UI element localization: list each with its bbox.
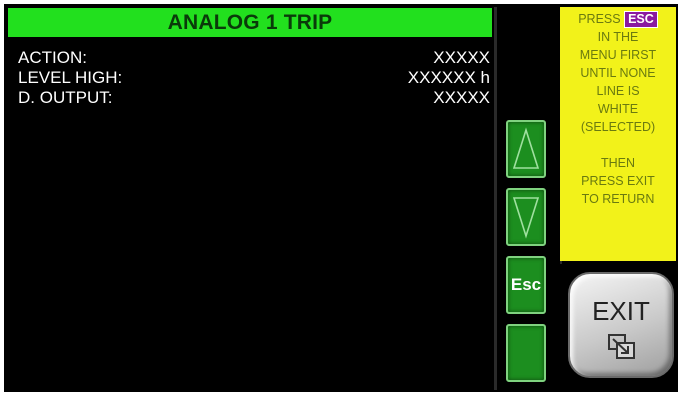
triangle-up-icon [512, 127, 540, 169]
exit-button[interactable]: EXIT [568, 272, 674, 378]
param-label: ACTION: [18, 48, 87, 67]
exit-button-label: EXIT [592, 296, 650, 326]
page-title: ANALOG 1 TRIP [8, 8, 492, 37]
hint-text: TO RETURN [581, 192, 655, 206]
param-value: XXXXX [433, 48, 490, 67]
esc-button[interactable]: Esc [506, 256, 546, 314]
list-item-level-high[interactable]: LEVEL HIGH: XXXXXX h [18, 68, 490, 88]
list-item-action[interactable]: ACTION: XXXXX [18, 48, 490, 68]
hint-text: UNTIL NONE [580, 66, 656, 80]
exit-area: EXIT [560, 264, 678, 392]
hint-text: MENU FIRST [579, 48, 657, 62]
hint-text: THEN [600, 156, 636, 170]
param-value: XXXXXX h [407, 68, 490, 87]
list-item-d-output[interactable]: D. OUTPUT: XXXXX [18, 88, 490, 108]
exit-window-icon [608, 334, 635, 359]
hint-text: (SELECTED) [580, 120, 656, 134]
pane-divider [494, 7, 497, 390]
nav-column: Esc [498, 7, 556, 390]
hint-text: LINE IS [596, 84, 640, 98]
scroll-down-button[interactable] [506, 188, 546, 246]
param-value: XXXXX [433, 88, 490, 107]
esc-chip: ESC [624, 11, 658, 28]
hint-panel: PRESS ESC IN THE MENU FIRST UNTIL NONE L… [560, 7, 676, 261]
param-label: D. OUTPUT: [18, 88, 113, 107]
triangle-down-icon [512, 197, 540, 239]
param-label: LEVEL HIGH: [18, 68, 123, 87]
hint-spacer [560, 136, 676, 154]
hint-line: PRESS ESC [560, 10, 676, 28]
hint-text: PRESS EXIT [581, 174, 655, 188]
hint-text: IN THE [597, 30, 639, 44]
blank-nav-button[interactable] [506, 324, 546, 382]
hint-text: PRESS [578, 12, 621, 26]
esc-button-label: Esc [510, 275, 542, 294]
scroll-up-button[interactable] [506, 120, 546, 178]
parameter-list: ACTION: XXXXX LEVEL HIGH: XXXXXX h D. OU… [18, 48, 490, 108]
hint-text: WHITE [597, 102, 639, 116]
